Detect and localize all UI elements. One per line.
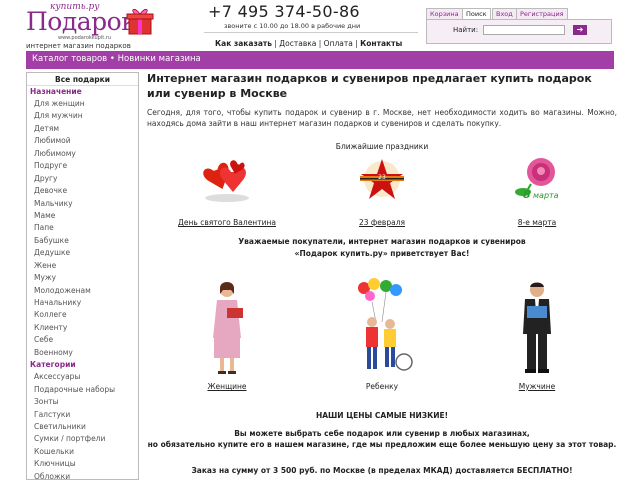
sidebar-item-purpose[interactable]: Детям [27, 123, 138, 135]
site-logo[interactable]: купить.ру Подарок www.podarokkupit.ru [26, 2, 156, 42]
holiday-march8[interactable]: 8 марта 8-е марта [477, 154, 597, 227]
sidebar-item-purpose[interactable]: Другу [27, 173, 138, 185]
welcome-line: «Подарок купить.ру» приветствует Вас! [294, 249, 470, 258]
search-submit-button[interactable]: ➔ [573, 25, 587, 35]
sidebar-item-category[interactable]: Аксессуары [27, 371, 138, 383]
sidebar-section-purpose: Назначение [30, 87, 82, 96]
sidebar-item-purpose[interactable]: Молодоженам [27, 285, 138, 297]
svg-text:8: 8 [523, 188, 531, 201]
sidebar-item-category[interactable]: Сумки / портфели [27, 433, 138, 445]
sidebar-item-purpose[interactable]: Мальчику [27, 198, 138, 210]
sidebar-item-purpose[interactable]: Жене [27, 260, 138, 272]
sidebar-item-purpose[interactable]: Начальнику [27, 297, 138, 309]
intro-paragraph: Сегодня, для того, чтобы купить подарок … [147, 108, 617, 128]
search-panel: Найти: ➔ [426, 19, 612, 44]
children-balloons-icon [358, 278, 413, 371]
sidebar-item-purpose[interactable]: Для женщин [27, 98, 138, 110]
logo-url: www.podarokkupit.ru [58, 35, 112, 41]
contacts-link[interactable]: Контакты [360, 39, 402, 48]
welcome-line: Уважаемые покупатели, интернет магазин п… [238, 237, 526, 246]
gift-target-label[interactable]: Ребенку [322, 382, 442, 391]
prices-line: Вы можете выбрать себе подарок или сувен… [234, 429, 530, 438]
breadcrumb-separator: • [107, 54, 118, 64]
nav-separator: | [316, 39, 324, 48]
how-to-order-link[interactable]: Как заказать [215, 39, 272, 48]
sidebar-section-categories: Категории [30, 360, 76, 370]
gift-target-women[interactable]: Женщине [167, 278, 287, 391]
gift-target-label[interactable]: Мужчине [477, 382, 597, 391]
sidebar-item-category[interactable]: Кошельки [27, 446, 138, 458]
gift-box-icon [126, 9, 154, 35]
rose-icon: 8 марта [515, 158, 559, 201]
page-title: Интернет магазин подарков и сувениров пр… [147, 72, 592, 100]
sidebar-item-purpose[interactable]: Дедушке [27, 247, 138, 259]
welcome-message: Уважаемые покупатели, интернет магазин п… [147, 236, 617, 260]
gift-target-label[interactable]: Женщине [167, 382, 287, 391]
sidebar-item-purpose[interactable]: Любимому [27, 148, 138, 160]
sidebar-item-purpose[interactable]: Военному [27, 347, 138, 359]
sidebar-item-purpose[interactable]: Для мужчин [27, 110, 138, 122]
man-figure-icon [523, 282, 551, 373]
new-items-link[interactable]: Новинки магазина [118, 54, 201, 64]
woman-figure-icon [213, 282, 243, 374]
delivery-link[interactable]: Доставка [279, 39, 316, 48]
sidebar-item-purpose[interactable]: Себе [27, 334, 138, 346]
sidebar-item-category[interactable]: Обложки [27, 471, 138, 479]
site-tagline: интернет магазин подарков [26, 42, 131, 50]
logo-text: Подарок [26, 7, 137, 36]
holiday-label[interactable]: 23 февраля [322, 218, 442, 227]
working-hours: звоните с 10.00 до 18.00 в рабочие дни [224, 22, 361, 30]
header-divider [204, 32, 418, 33]
svg-text:23: 23 [378, 174, 386, 181]
catalog-bar: Каталог товаров • Новинки магазина [26, 51, 614, 69]
holiday-label[interactable]: 8-е марта [477, 218, 597, 227]
star-icon: 23 [360, 159, 404, 199]
main-content: Интернет магазин подарков и сувениров пр… [147, 72, 617, 480]
sidebar-item-category[interactable]: Подарочные наборы [27, 384, 138, 396]
holiday-feb23[interactable]: 23 23 февраля [322, 154, 442, 227]
prices-text: Вы можете выбрать себе подарок или сувен… [147, 428, 617, 450]
sidebar-item-purpose[interactable]: Папе [27, 222, 138, 234]
holiday-valentine[interactable]: День святого Валентина [167, 154, 287, 227]
sidebar-item-category[interactable]: Светильники [27, 421, 138, 433]
svg-text:марта: марта [533, 191, 559, 200]
sidebar-item-category[interactable]: Ключницы [27, 458, 138, 470]
top-nav: Как заказать | Доставка | Оплата | Конта… [215, 39, 402, 48]
sidebar-item-purpose[interactable]: Мужу [27, 272, 138, 284]
sidebar-item-purpose[interactable]: Подруге [27, 160, 138, 172]
gift-target-child[interactable]: Ребенку [322, 278, 442, 391]
catalog-link[interactable]: Каталог товаров [32, 54, 107, 64]
sidebar-item-category[interactable]: Зонты [27, 396, 138, 408]
holiday-label[interactable]: День святого Валентина [167, 218, 287, 227]
breadcrumb: Каталог товаров • Новинки магазина [32, 54, 201, 64]
prices-heading: НАШИ ЦЕНЫ САМЫЕ НИЗКИЕ! [315, 411, 449, 420]
sidebar-item-category[interactable]: Галстуки [27, 409, 138, 421]
sidebar-item-purpose[interactable]: Бабушке [27, 235, 138, 247]
holidays-heading: Ближайшие праздники [335, 142, 429, 151]
sidebar-item-purpose[interactable]: Коллеге [27, 309, 138, 321]
payment-link[interactable]: Оплата [324, 39, 353, 48]
search-input[interactable] [483, 25, 565, 35]
sidebar: Все подарки Назначение Для женщин Для муж… [26, 72, 139, 480]
gift-target-men[interactable]: Мужчине [477, 278, 597, 391]
phone-number: +7 495 374-50-86 [208, 2, 360, 21]
sidebar-title[interactable]: Все подарки [27, 73, 138, 86]
sidebar-item-purpose[interactable]: Маме [27, 210, 138, 222]
hearts-icon [203, 160, 249, 202]
sidebar-item-purpose[interactable]: Клиенту [27, 322, 138, 334]
search-label: Найти: [453, 26, 479, 34]
prices-line: но обязательно купите его в нашем магази… [147, 440, 617, 449]
free-delivery-note: Заказ на сумму от 3 500 руб. по Москве (… [191, 466, 573, 475]
sidebar-item-purpose[interactable]: Девочке [27, 185, 138, 197]
sidebar-item-purpose[interactable]: Любимой [27, 135, 138, 147]
